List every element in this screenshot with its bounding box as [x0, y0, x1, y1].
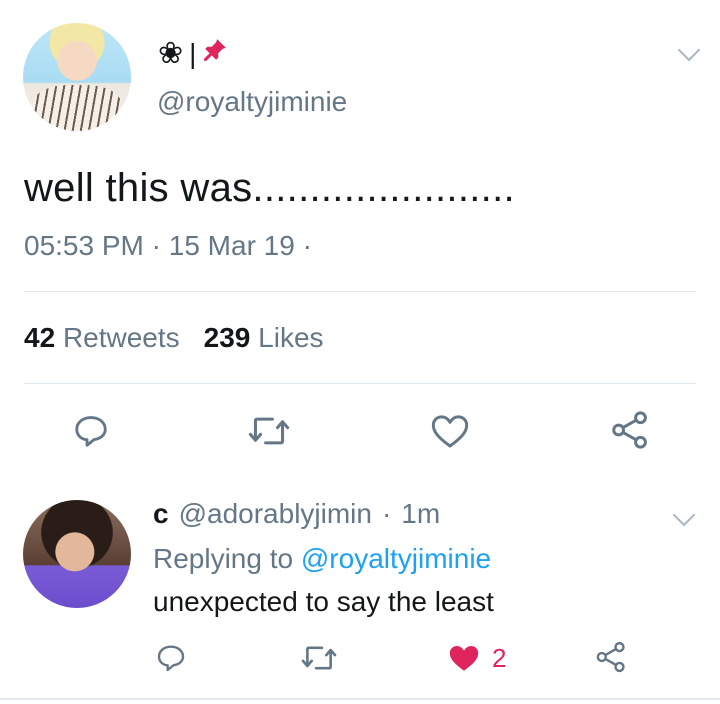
tweet-date: 15 Mar 19: [168, 230, 295, 261]
retweet-icon: [248, 417, 290, 445]
reply-retweet-button[interactable]: [299, 640, 339, 676]
reply-like-button[interactable]: [446, 640, 482, 676]
retweets-count: 42: [24, 322, 56, 353]
replying-mention[interactable]: @royaltyjiminie: [301, 543, 491, 574]
share-icon: [596, 641, 625, 673]
likes-stat[interactable]: 239 Likes: [204, 322, 324, 354]
share-icon: [612, 411, 647, 449]
replying-label: Replying to: [153, 543, 294, 574]
reply-like-count: 2: [492, 643, 507, 673]
main-tweet: ❀ | @royaltyjiminie well this was.......…: [0, 0, 720, 470]
reply-button[interactable]: [70, 410, 112, 452]
name-separator: |: [189, 37, 197, 69]
reply-share-button[interactable]: [593, 639, 629, 675]
flower-icon: ❀: [158, 37, 184, 70]
reply-text: unexpected to say the least: [153, 586, 494, 617]
likes-label: Likes: [258, 322, 324, 353]
divider: [24, 291, 696, 292]
retweets-stat[interactable]: 42 Retweets: [24, 322, 180, 354]
like-button[interactable]: [429, 410, 471, 452]
retweet-button[interactable]: [246, 410, 292, 452]
reply-icon: [75, 416, 107, 447]
reply-reply-button[interactable]: [153, 640, 189, 676]
pin-icon: [202, 37, 228, 70]
like-icon: [449, 645, 479, 671]
chevron-down-icon[interactable]: [677, 38, 701, 62]
display-name[interactable]: ❀ |: [158, 36, 228, 71]
share-button[interactable]: [608, 408, 652, 452]
reply-header: c @adorablyjimin · 1m: [153, 498, 440, 530]
meta-separator: ·: [151, 230, 161, 261]
reply-display-name[interactable]: c: [153, 498, 169, 530]
retweets-label: Retweets: [62, 322, 180, 353]
chevron-down-icon[interactable]: [672, 503, 696, 527]
reply-icon: [157, 645, 185, 672]
reply-separator: ·: [381, 498, 392, 529]
meta-separator: ·: [302, 230, 312, 261]
reply-handle[interactable]: @adorablyjimin: [179, 498, 372, 530]
reply-time: 1m: [401, 498, 441, 529]
divider: [24, 383, 696, 384]
replying-to: Replying to @royaltyjiminie: [153, 543, 491, 575]
retweet-icon: [301, 646, 337, 670]
tweet-text: well this was.......................: [24, 166, 515, 210]
likes-count: 239: [203, 322, 251, 353]
reply-avatar[interactable]: [23, 500, 131, 608]
tweet-time: 05:53 PM: [24, 230, 144, 261]
user-handle[interactable]: @royaltyjiminie: [157, 86, 347, 118]
like-icon: [431, 415, 469, 448]
avatar[interactable]: [23, 23, 131, 131]
tweet-stats: 42 Retweets 239 Likes: [24, 322, 324, 354]
divider: [0, 698, 720, 700]
tweet-timestamp: 05:53 PM · 15 Mar 19 ·: [24, 230, 312, 262]
